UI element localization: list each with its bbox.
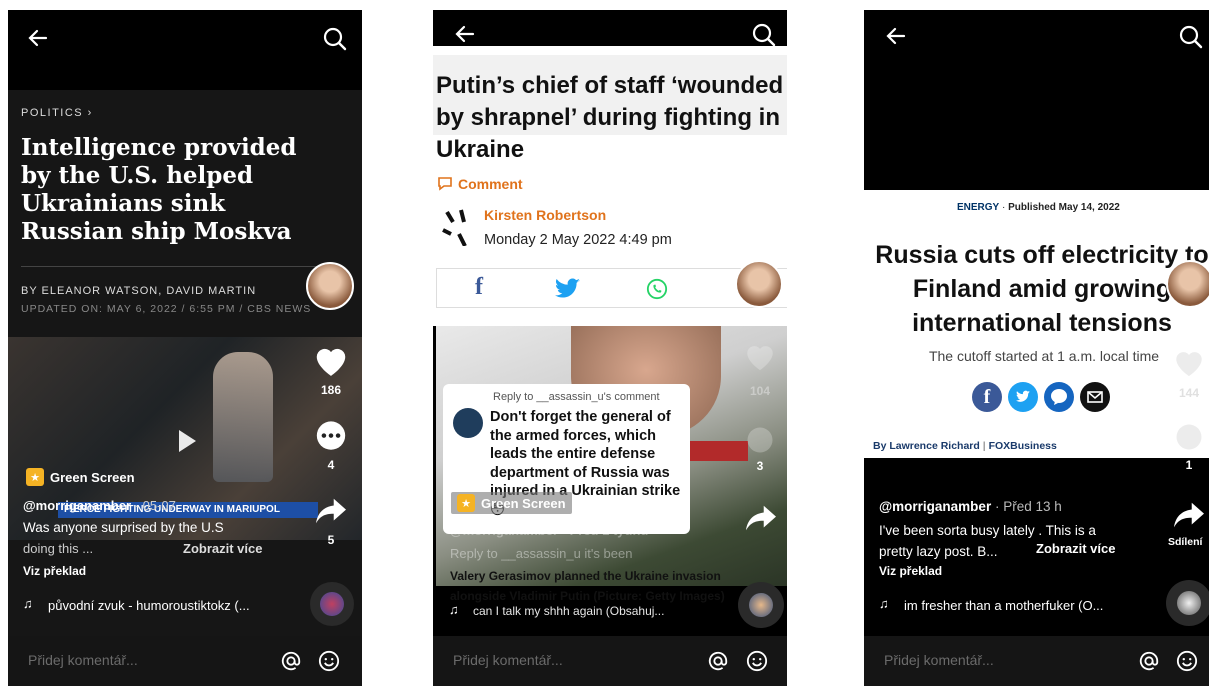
music-note-icon: ♫: [879, 596, 889, 611]
sound-name[interactable]: im fresher than a motherfuker (O...: [904, 598, 1103, 613]
comment-count: 1: [1185, 458, 1193, 472]
mention-icon[interactable]: [1138, 650, 1160, 672]
tiktok-screen-1: POLITICS › Intelligence provided by the …: [8, 10, 362, 686]
comment-count: 4: [327, 458, 335, 472]
emoji-icon[interactable]: [318, 650, 340, 672]
comment-count: 3: [756, 459, 764, 473]
reply-line: Reply to __assassin_u it's been: [450, 546, 633, 561]
sound-name[interactable]: původní zvuk - humoroustiktokz (...: [48, 598, 250, 613]
sound-disc[interactable]: [738, 582, 784, 628]
sound-name[interactable]: can I talk my shhh again (Obsahuj...: [473, 604, 664, 618]
search-icon[interactable]: [322, 26, 348, 52]
article-headline: Putin’s chief of staff ‘wounded by shrap…: [436, 72, 784, 163]
author-logo: [439, 208, 475, 247]
reply-to-label: Reply to __assassin_u's comment: [493, 391, 660, 403]
sound-disc[interactable]: [1166, 580, 1209, 626]
username[interactable]: @morriganamber · Před 1 týdnu: [450, 523, 648, 538]
green-screen-badge[interactable]: ★ Green Screen: [26, 468, 135, 486]
twitter-icon[interactable]: [555, 278, 581, 300]
article-byline: BY ELEANOR WATSON, DAVID MARTIN: [21, 285, 257, 297]
article-byline: By Lawrence Richard | FOXBusiness: [873, 440, 1057, 452]
caption: Was anyone surprised by the U.S: [23, 520, 224, 535]
emoji-icon[interactable]: [746, 650, 768, 672]
author-name[interactable]: Kirsten Robertson: [484, 207, 606, 223]
search-icon[interactable]: [751, 22, 777, 48]
photo-caption: Valery Gerasimov planned the Ukraine inv…: [450, 569, 725, 603]
sound-disc-art: [320, 592, 344, 616]
caption-more: doing this ...: [23, 541, 94, 556]
search-icon[interactable]: [1178, 24, 1204, 50]
music-note-icon: ♫: [23, 596, 33, 611]
facebook-icon[interactable]: f: [972, 382, 1002, 412]
creator-avatar[interactable]: [1166, 260, 1209, 308]
translate-link[interactable]: Viz překlad: [23, 564, 86, 578]
see-more-link[interactable]: Zobrazit více: [183, 541, 262, 556]
photo-epaulette: [688, 441, 748, 461]
play-icon[interactable]: [176, 428, 198, 454]
mention-icon[interactable]: [707, 650, 729, 672]
username[interactable]: @morriganamber · Před 13 h: [879, 499, 1062, 514]
heart-icon[interactable]: [1172, 346, 1206, 378]
article-date: Monday 2 May 2022 4:49 pm: [484, 232, 672, 248]
commenter-avatar: [453, 408, 483, 438]
article-category: POLITICS ›: [21, 107, 93, 119]
comment-bubble-icon: [438, 177, 452, 191]
comment-link[interactable]: Comment: [437, 176, 523, 192]
translate-link[interactable]: Viz překlad: [879, 564, 942, 578]
email-icon[interactable]: [1080, 382, 1110, 412]
comment-icon[interactable]: [1174, 422, 1204, 452]
share-icon[interactable]: [314, 496, 348, 526]
sound-disc[interactable]: [310, 582, 354, 626]
green-screen-badge[interactable]: ★ Green Screen: [451, 492, 572, 514]
back-arrow-icon[interactable]: [884, 24, 908, 48]
messenger-icon[interactable]: [1044, 382, 1074, 412]
facebook-icon[interactable]: f: [475, 274, 483, 301]
like-count: 104: [749, 384, 771, 398]
twitter-icon[interactable]: [1008, 382, 1038, 412]
comment-input[interactable]: Přidej komentář...: [433, 636, 787, 686]
comment-icon[interactable]: [314, 420, 348, 454]
like-count: 144: [1178, 386, 1200, 400]
creator-avatar[interactable]: [306, 262, 354, 310]
mention-icon[interactable]: [280, 650, 302, 672]
heart-icon[interactable]: [743, 340, 777, 372]
tiktok-screen-3: ENERGY · Published May 14, 2022 Russia c…: [864, 10, 1209, 686]
share-label: Sdílení: [1168, 536, 1203, 548]
back-arrow-icon[interactable]: [453, 22, 477, 46]
green-screen-icon: ★: [457, 494, 475, 512]
share-icon[interactable]: [744, 503, 778, 533]
emoji-icon[interactable]: [1176, 650, 1198, 672]
music-note-icon: ♫: [449, 602, 459, 617]
heart-icon[interactable]: [312, 342, 350, 378]
username[interactable]: @morriganamber · 05-07: [23, 498, 176, 513]
like-count: 186: [320, 383, 342, 397]
share-count: 5: [327, 533, 335, 547]
comment-icon[interactable]: [745, 425, 775, 455]
see-more-link[interactable]: Zobrazit více: [1036, 541, 1115, 556]
article-headline: Intelligence provided by the U.S. helped…: [21, 134, 297, 245]
sound-disc-art: [749, 593, 773, 617]
reporter-figure: [213, 352, 273, 482]
tiktok-screen-2: Putin’s chief of staff ‘wounded by shrap…: [433, 10, 787, 686]
article-headline: Russia cuts off electricity to Finland a…: [875, 241, 1209, 337]
sound-disc-art: [1177, 591, 1201, 615]
creator-avatar[interactable]: [735, 260, 783, 308]
share-icon[interactable]: [1172, 500, 1206, 530]
article-meta: ENERGY · Published May 14, 2022: [957, 202, 1120, 213]
green-screen-icon: ★: [26, 468, 44, 486]
back-arrow-icon[interactable]: [26, 26, 50, 50]
comment-input[interactable]: Přidej komentář...: [8, 636, 362, 686]
comment-input[interactable]: Přidej komentář...: [864, 636, 1209, 686]
divider: [21, 266, 341, 267]
whatsapp-icon[interactable]: [646, 278, 668, 300]
article-updated: UPDATED ON: MAY 6, 2022 / 6:55 PM / CBS …: [21, 303, 312, 315]
article-subhead: The cutoff started at 1 a.m. local time: [928, 348, 1160, 364]
